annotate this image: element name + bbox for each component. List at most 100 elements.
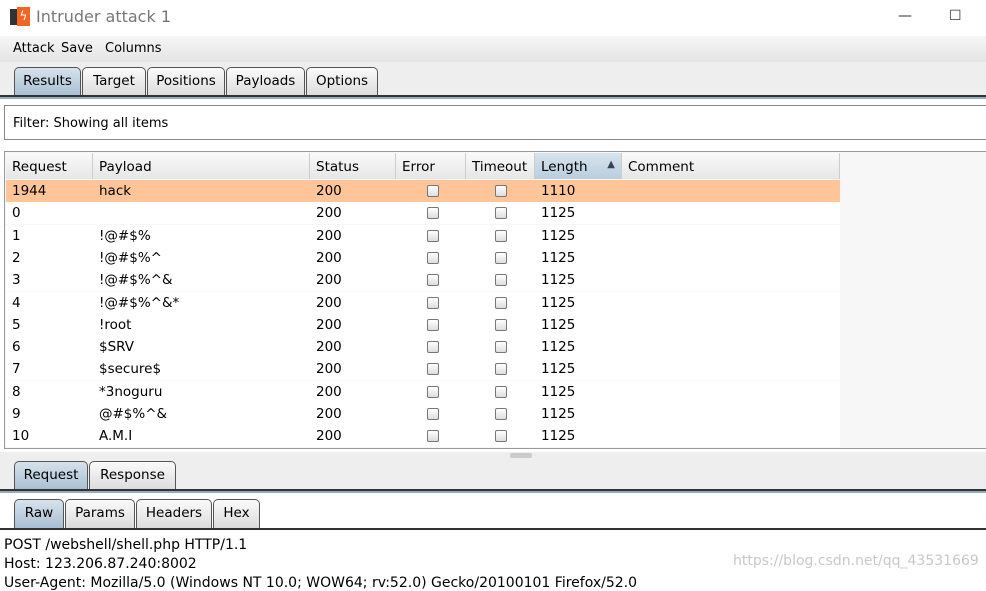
table-row[interactable]: 5 !root 200 1125 xyxy=(6,313,840,336)
timeout-checkbox[interactable] xyxy=(495,363,507,376)
cell-payload: hack xyxy=(99,183,132,199)
tab-positions[interactable]: Positions xyxy=(147,67,225,96)
cell-request: 8 xyxy=(12,383,21,400)
cell-payload: $secure$ xyxy=(99,361,162,378)
cell-length: 1125 xyxy=(541,272,576,289)
timeout-checkbox[interactable] xyxy=(495,207,507,220)
table-row[interactable]: 0 200 1125 xyxy=(6,202,840,225)
request-host[interactable]: Host: 123.206.87.240:8002 xyxy=(4,556,197,572)
cell-comment xyxy=(622,403,628,425)
tab-options[interactable]: Options xyxy=(306,67,378,96)
table-row[interactable]: 9 @#$%^& 200 1125 xyxy=(6,403,840,425)
tab-raw[interactable]: Raw xyxy=(14,499,64,528)
timeout-checkbox[interactable] xyxy=(495,229,507,242)
cell-comment xyxy=(622,269,628,291)
timeout-checkbox[interactable] xyxy=(495,385,507,398)
tab-headers[interactable]: Headers xyxy=(136,499,212,528)
tab-target[interactable]: Target xyxy=(82,67,146,96)
column-payload[interactable]: Payload xyxy=(93,153,310,179)
error-checkbox[interactable] xyxy=(427,408,439,420)
cell-status: 200 xyxy=(316,205,342,222)
cell-length: 1125 xyxy=(541,339,576,356)
cell-comment xyxy=(622,358,628,380)
error-checkbox[interactable] xyxy=(427,251,439,264)
cell-length: 1125 xyxy=(541,383,576,400)
column-request[interactable]: Request xyxy=(6,153,93,179)
sort-ascending-icon: ▲ xyxy=(607,159,615,170)
cell-comment xyxy=(622,247,628,269)
filter-bar[interactable]: Filter: Showing all items xyxy=(4,105,986,140)
timeout-checkbox[interactable] xyxy=(495,251,507,264)
cell-payload: !@#$% xyxy=(99,227,151,244)
minimize-button[interactable]: — xyxy=(898,8,912,24)
cell-request: 3 xyxy=(12,272,21,289)
column-length[interactable]: Length ▲ xyxy=(535,153,622,179)
cell-payload: !@#$%^& xyxy=(99,272,173,289)
column-status[interactable]: Status xyxy=(310,153,396,179)
error-checkbox[interactable] xyxy=(427,363,439,376)
timeout-checkbox[interactable] xyxy=(495,318,507,331)
cell-payload: !root xyxy=(99,316,132,333)
table-row[interactable]: 6 $SRV 200 1125 xyxy=(6,336,840,359)
timeout-checkbox[interactable] xyxy=(495,430,507,443)
maximize-button[interactable]: ☐ xyxy=(949,8,962,24)
timeout-checkbox[interactable] xyxy=(495,185,507,197)
cell-request: 5 xyxy=(12,316,21,333)
request-line[interactable]: POST /webshell/shell.php HTTP/1.1 xyxy=(4,537,247,553)
detail-tabs: Request Response xyxy=(0,458,986,490)
column-error[interactable]: Error xyxy=(396,153,466,179)
tab-results[interactable]: Results xyxy=(14,67,81,96)
cell-status: 200 xyxy=(316,316,342,333)
timeout-checkbox[interactable] xyxy=(495,296,507,309)
tab-payloads[interactable]: Payloads xyxy=(226,67,305,96)
timeout-checkbox[interactable] xyxy=(495,341,507,354)
tab-response[interactable]: Response xyxy=(89,461,176,490)
cell-payload: !@#$%^&* xyxy=(99,294,180,311)
error-checkbox[interactable] xyxy=(427,185,439,197)
results-table: Request Payload Status Error Timeout Len… xyxy=(4,151,986,449)
table-row[interactable]: 4 !@#$%^&* 200 1125 xyxy=(6,291,840,314)
error-checkbox[interactable] xyxy=(427,341,439,354)
cell-request: 9 xyxy=(12,406,21,422)
cell-length: 1125 xyxy=(541,406,576,422)
tab-hex[interactable]: Hex xyxy=(213,499,260,528)
cell-status: 200 xyxy=(316,227,342,244)
menu-save[interactable]: Save xyxy=(61,41,93,56)
column-timeout[interactable]: Timeout xyxy=(466,153,535,179)
cell-request: 2 xyxy=(12,249,21,266)
menu-columns[interactable]: Columns xyxy=(105,41,162,56)
cell-payload xyxy=(93,202,99,224)
error-checkbox[interactable] xyxy=(427,385,439,398)
request-user-agent[interactable]: User-Agent: Mozilla/5.0 (Windows NT 10.0… xyxy=(4,575,637,591)
cell-payload: *3noguru xyxy=(99,383,163,400)
cell-length: 1125 xyxy=(541,205,576,222)
cell-request: 0 xyxy=(12,205,21,222)
burp-logo-icon: ϟ xyxy=(10,7,30,26)
error-checkbox[interactable] xyxy=(427,296,439,309)
table-row[interactable]: 3 !@#$%^& 200 1125 xyxy=(6,269,840,292)
table-row[interactable]: 1 !@#$% 200 1125 xyxy=(6,224,840,247)
table-row[interactable]: 10 A.M.I 200 1125 xyxy=(6,425,840,448)
column-comment[interactable]: Comment xyxy=(622,153,840,179)
tab-params[interactable]: Params xyxy=(65,499,135,528)
cell-comment xyxy=(622,202,628,224)
menu-attack[interactable]: Attack xyxy=(13,41,55,56)
table-row[interactable]: 8 *3noguru 200 1125 xyxy=(6,380,840,403)
error-checkbox[interactable] xyxy=(427,318,439,331)
timeout-checkbox[interactable] xyxy=(495,408,507,420)
timeout-checkbox[interactable] xyxy=(495,274,507,287)
error-checkbox[interactable] xyxy=(427,207,439,220)
table-row[interactable]: 1944 hack 200 1110 xyxy=(6,180,840,202)
cell-payload: @#$%^& xyxy=(99,406,168,422)
error-checkbox[interactable] xyxy=(427,274,439,287)
cell-status: 200 xyxy=(316,428,342,445)
cell-comment xyxy=(622,225,628,247)
cell-length: 1125 xyxy=(541,294,576,311)
table-row[interactable]: 2 !@#$%^ 200 1125 xyxy=(6,246,840,269)
cell-comment xyxy=(622,292,628,314)
error-checkbox[interactable] xyxy=(427,229,439,242)
error-checkbox[interactable] xyxy=(427,430,439,443)
cell-length: 1125 xyxy=(541,428,576,445)
tab-request[interactable]: Request xyxy=(14,461,88,490)
table-row[interactable]: 7 $secure$ 200 1125 xyxy=(6,358,840,381)
